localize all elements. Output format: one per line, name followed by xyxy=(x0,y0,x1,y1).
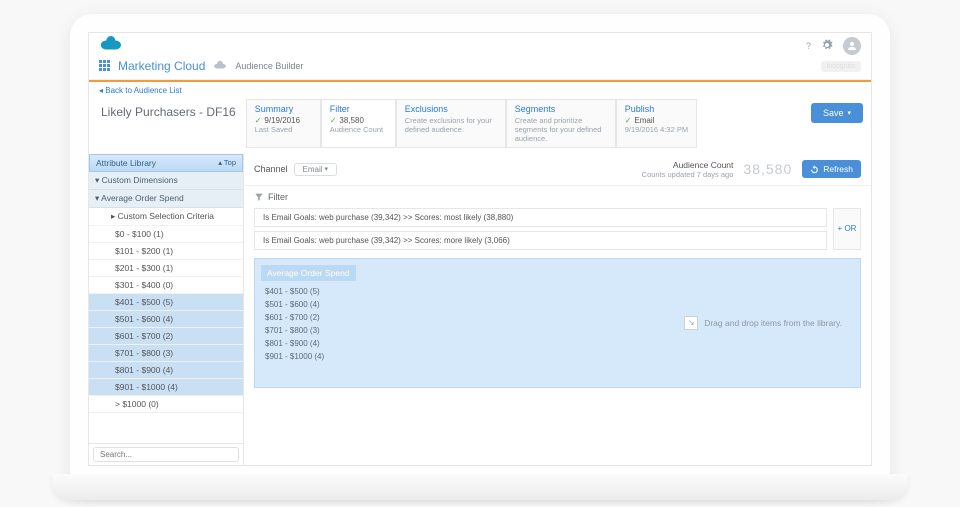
brand-title: Marketing Cloud xyxy=(118,59,205,73)
tab-segments[interactable]: Segments Create and prioritize segments … xyxy=(506,99,616,148)
subapp-name: Audience Builder xyxy=(235,61,303,71)
gear-icon[interactable] xyxy=(821,39,833,53)
filter-rule[interactable]: Is Email Goals: web purchase (39,342) >>… xyxy=(254,231,827,250)
filter-drop-zone[interactable]: Average Order Spend $401 - $500 (5)$501 … xyxy=(254,258,861,388)
tree-leaf-range[interactable]: $501 - $600 (4) xyxy=(89,311,243,328)
tree-leaf-range[interactable]: $0 - $100 (1) xyxy=(89,226,243,243)
drop-zone-hint: Drag and drop items from the library. xyxy=(684,316,842,330)
drop-item[interactable]: $901 - $1000 (4) xyxy=(261,350,854,363)
filter-title: Filter xyxy=(254,192,861,202)
tab-publish[interactable]: Publish ✓Email 9/19/2016 4:32 PM xyxy=(616,99,697,148)
audience-count-sub: Counts updated 7 days ago xyxy=(642,170,734,179)
brand-row: Marketing Cloud Audience Builder Incogni… xyxy=(89,57,871,80)
drop-zone-title: Average Order Spend xyxy=(261,265,356,281)
user-badge: Incognito xyxy=(821,61,861,72)
drop-item[interactable]: $401 - $500 (5) xyxy=(261,285,854,298)
main-area: Attribute Library ▴ Top ▾ Custom Dimensi… xyxy=(89,154,871,465)
attribute-tree: ▾ Custom Dimensions ▾ Average Order Spen… xyxy=(89,172,243,443)
top-bar: ? xyxy=(89,33,871,57)
drop-item[interactable]: $501 - $600 (4) xyxy=(261,298,854,311)
filter-rule-list: Is Email Goals: web purchase (39,342) >>… xyxy=(254,208,827,250)
tree-leaf-range[interactable]: $601 - $700 (2) xyxy=(89,328,243,345)
library-header: Attribute Library ▴ Top xyxy=(89,154,243,172)
tab-summary[interactable]: Summary ✓9/19/2016 Last Saved xyxy=(246,99,321,148)
channel-label: Channel xyxy=(254,164,288,174)
refresh-icon xyxy=(810,165,819,174)
channel-row: Channel Email ▾ Audience Count Counts up… xyxy=(244,154,871,186)
work-area: Channel Email ▾ Audience Count Counts up… xyxy=(244,154,871,465)
tree-group-avg-order-spend[interactable]: ▾ Average Order Spend xyxy=(89,190,243,208)
tree-leaf-range[interactable]: > $1000 (0) xyxy=(89,396,243,413)
check-icon: ✓ xyxy=(625,116,632,125)
page-header: Likely Purchasers - DF16 Summary ✓9/19/2… xyxy=(89,99,871,154)
tree-leaf-range[interactable]: $201 - $300 (1) xyxy=(89,260,243,277)
user-avatar[interactable] xyxy=(843,37,861,55)
channel-select[interactable]: Email ▾ xyxy=(294,163,338,176)
tree-group-custom-dimensions[interactable]: ▾ Custom Dimensions xyxy=(89,172,243,190)
tree-leaf-range[interactable]: $101 - $200 (1) xyxy=(89,243,243,260)
attribute-library-sidebar: Attribute Library ▴ Top ▾ Custom Dimensi… xyxy=(89,154,244,465)
cloud-logo-icon xyxy=(98,36,126,54)
tab-exclusions[interactable]: Exclusions Create exclusions for your de… xyxy=(396,99,506,148)
drag-icon xyxy=(684,316,698,330)
tree-leaf-range[interactable]: $701 - $800 (3) xyxy=(89,345,243,362)
filter-rule[interactable]: Is Email Goals: web purchase (39,342) >>… xyxy=(254,208,827,227)
save-button[interactable]: Save xyxy=(811,103,863,123)
tree-item-custom-selection[interactable]: ▸ Custom Selection Criteria xyxy=(89,208,243,226)
step-tabs: Summary ✓9/19/2016 Last Saved Filter ✓38… xyxy=(246,99,805,148)
audience-count-label: Audience Count xyxy=(642,160,734,170)
cloud-icon xyxy=(213,60,227,72)
tab-filter[interactable]: Filter ✓38,580 Audience Count xyxy=(321,99,396,148)
check-icon: ✓ xyxy=(330,116,337,125)
page-title: Likely Purchasers - DF16 xyxy=(97,99,240,125)
tree-leaf-range[interactable]: $901 - $1000 (4) xyxy=(89,379,243,396)
tree-leaf-range[interactable]: $401 - $500 (5) xyxy=(89,294,243,311)
add-or-button[interactable]: + OR xyxy=(833,208,861,250)
library-top-link[interactable]: ▴ Top xyxy=(218,158,236,167)
drop-item[interactable]: $801 - $900 (4) xyxy=(261,337,854,350)
check-icon: ✓ xyxy=(255,116,262,125)
app-launcher-icon[interactable] xyxy=(99,60,110,71)
app-screen: ? Marketing Cloud Audience Builder Incog… xyxy=(88,32,872,466)
tree-leaf-range[interactable]: $801 - $900 (4) xyxy=(89,362,243,379)
filter-icon xyxy=(254,192,264,202)
refresh-button[interactable]: Refresh xyxy=(802,160,861,178)
breadcrumb: ◂ Back to Audience List xyxy=(89,82,871,99)
audience-count-value: 38,580 xyxy=(743,161,792,177)
search-input[interactable] xyxy=(93,447,239,462)
filter-section: Filter Is Email Goals: web purchase (39,… xyxy=(244,186,871,465)
help-icon[interactable]: ? xyxy=(806,41,811,51)
back-link[interactable]: ◂ Back to Audience List xyxy=(99,86,182,95)
library-search xyxy=(89,443,243,465)
tree-leaf-range[interactable]: $301 - $400 (0) xyxy=(89,277,243,294)
